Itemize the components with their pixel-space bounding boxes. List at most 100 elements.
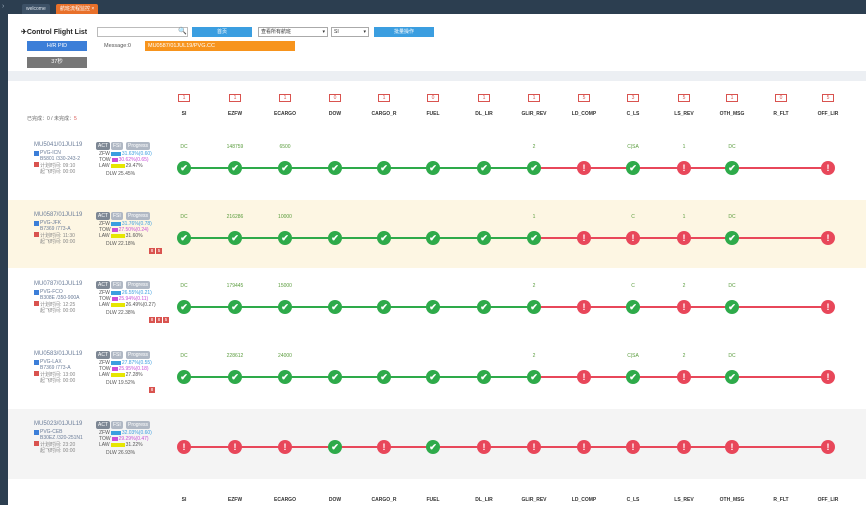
- alert-circle-icon[interactable]: !: [821, 231, 835, 245]
- column-header-r_flt[interactable]: 0 R_FLT: [761, 94, 801, 117]
- check-circle-icon[interactable]: ✔: [477, 300, 491, 314]
- check-circle-icon[interactable]: ✔: [377, 231, 391, 245]
- fsi-button[interactable]: FSI: [111, 351, 123, 359]
- alert-circle-icon[interactable]: !: [626, 231, 640, 245]
- column-header-ld_comp[interactable]: 5 LD_COMP: [564, 94, 604, 117]
- column-count-badge[interactable]: 1: [279, 94, 291, 102]
- flight-id[interactable]: MU0787/01JUL19: [34, 281, 82, 287]
- search-input[interactable]: [97, 27, 188, 37]
- hr-pid-button[interactable]: H/R PID: [27, 41, 87, 51]
- column-count-badge[interactable]: 0: [329, 94, 341, 102]
- fsi-button[interactable]: FSI: [111, 281, 123, 289]
- flight-id[interactable]: MU5023/01JUL19: [34, 421, 82, 427]
- check-circle-icon[interactable]: ✔: [725, 231, 739, 245]
- alert-circle-icon[interactable]: !: [821, 161, 835, 175]
- check-circle-icon[interactable]: ✔: [527, 161, 541, 175]
- expand-arrow-icon[interactable]: ›: [2, 3, 4, 10]
- check-circle-icon[interactable]: ✔: [177, 231, 191, 245]
- alert-circle-icon[interactable]: !: [577, 370, 591, 384]
- column-header-fuel[interactable]: 0 FUEL: [413, 94, 453, 117]
- flight-row[interactable]: MU0787/01JUL19 ACT FSI Progress PVG-FCO B308E…: [8, 269, 866, 337]
- check-circle-icon[interactable]: ✔: [477, 370, 491, 384]
- fsi-button[interactable]: FSI: [111, 212, 123, 220]
- alert-circle-icon[interactable]: !: [821, 300, 835, 314]
- check-circle-icon[interactable]: ✔: [725, 370, 739, 384]
- check-circle-icon[interactable]: ✔: [177, 300, 191, 314]
- tab-welcome[interactable]: welcome: [22, 4, 50, 14]
- alert-circle-icon[interactable]: !: [177, 440, 191, 454]
- column-header-ezfw[interactable]: 1 EZFW: [215, 94, 255, 117]
- alert-circle-icon[interactable]: !: [677, 161, 691, 175]
- alert-circle-icon[interactable]: !: [677, 300, 691, 314]
- check-circle-icon[interactable]: ✔: [426, 300, 440, 314]
- view-filter-select[interactable]: 查看所有航班 ▾: [258, 27, 328, 37]
- alert-circle-icon[interactable]: !: [577, 231, 591, 245]
- check-circle-icon[interactable]: ✔: [426, 231, 440, 245]
- checkbox[interactable]: [34, 151, 39, 156]
- act-tag[interactable]: ACT: [96, 421, 110, 429]
- alert-circle-icon[interactable]: !: [821, 440, 835, 454]
- alert-square[interactable]: [34, 301, 39, 306]
- column-header-dl_lir[interactable]: 1 DL_LIR: [464, 94, 504, 117]
- alert-circle-icon[interactable]: !: [477, 440, 491, 454]
- flight-row[interactable]: MU0583/01JUL19 ACT FSI Progress PVG-LAX B7369…: [8, 339, 866, 407]
- alert-square[interactable]: [34, 232, 39, 237]
- red-tag[interactable]: 8: [149, 387, 155, 393]
- alert-square[interactable]: [34, 162, 39, 167]
- flight-row[interactable]: MU5023/01JUL19 ACT FSI Progress PVG-CEB B30EZ…: [8, 409, 866, 479]
- stage-select[interactable]: SI ▾: [331, 27, 369, 37]
- check-circle-icon[interactable]: ✔: [328, 231, 342, 245]
- alert-circle-icon[interactable]: !: [626, 440, 640, 454]
- act-tag[interactable]: ACT: [96, 212, 110, 220]
- check-circle-icon[interactable]: ✔: [527, 231, 541, 245]
- check-circle-icon[interactable]: ✔: [278, 161, 292, 175]
- column-header-c_ls[interactable]: 3 C_LS: [613, 94, 653, 117]
- batch-operation-button[interactable]: 批量操作: [374, 27, 434, 37]
- column-count-badge[interactable]: 0: [427, 94, 439, 102]
- check-circle-icon[interactable]: ✔: [377, 300, 391, 314]
- checkbox[interactable]: [34, 221, 39, 226]
- column-count-badge[interactable]: 1: [478, 94, 490, 102]
- progress-button[interactable]: Progress: [126, 421, 151, 429]
- alert-circle-icon[interactable]: !: [577, 300, 591, 314]
- column-count-badge[interactable]: 5: [678, 94, 690, 102]
- check-circle-icon[interactable]: ✔: [228, 300, 242, 314]
- column-count-badge[interactable]: 1: [726, 94, 738, 102]
- column-count-badge[interactable]: 1: [378, 94, 390, 102]
- check-circle-icon[interactable]: ✔: [328, 300, 342, 314]
- check-circle-icon[interactable]: ✔: [426, 161, 440, 175]
- check-circle-icon[interactable]: ✔: [177, 161, 191, 175]
- column-count-badge[interactable]: 5: [822, 94, 834, 102]
- alert-circle-icon[interactable]: !: [677, 440, 691, 454]
- check-circle-icon[interactable]: ✔: [626, 370, 640, 384]
- red-tag[interactable]: 8: [156, 317, 162, 323]
- check-circle-icon[interactable]: ✔: [725, 300, 739, 314]
- column-count-badge[interactable]: 1: [528, 94, 540, 102]
- checkbox[interactable]: [34, 430, 39, 435]
- home-button[interactable]: 首页: [192, 27, 252, 37]
- column-count-badge[interactable]: 1: [178, 94, 190, 102]
- check-circle-icon[interactable]: ✔: [527, 370, 541, 384]
- check-circle-icon[interactable]: ✔: [328, 370, 342, 384]
- column-header-cargo_r[interactable]: 1 CARGO_R: [364, 94, 404, 117]
- column-count-badge[interactable]: 5: [578, 94, 590, 102]
- column-count-badge[interactable]: 0: [775, 94, 787, 102]
- check-circle-icon[interactable]: ✔: [725, 161, 739, 175]
- flight-id[interactable]: MU5041/01JUL19: [34, 142, 82, 148]
- act-tag[interactable]: ACT: [96, 281, 110, 289]
- alert-circle-icon[interactable]: !: [577, 161, 591, 175]
- alert-circle-icon[interactable]: !: [278, 440, 292, 454]
- column-header-ls_rev[interactable]: 5 LS_REV: [664, 94, 704, 117]
- progress-button[interactable]: Progress: [126, 281, 151, 289]
- tab-flight-monitor[interactable]: 航班流程监控 ×: [56, 4, 99, 14]
- alert-circle-icon[interactable]: !: [821, 370, 835, 384]
- checkbox[interactable]: [34, 360, 39, 365]
- column-header-si[interactable]: 1 SI: [164, 94, 204, 117]
- red-tag[interactable]: 5: [156, 248, 162, 254]
- check-circle-icon[interactable]: ✔: [328, 161, 342, 175]
- search-icon[interactable]: 🔍: [178, 27, 187, 35]
- red-tag[interactable]: 8: [149, 248, 155, 254]
- column-header-glir_rev[interactable]: 1 GLIR_REV: [514, 94, 554, 117]
- column-header-oth_msg[interactable]: 1 OTH_MSG: [712, 94, 752, 117]
- column-header-off_lir[interactable]: 5 OFF_LIR: [808, 94, 848, 117]
